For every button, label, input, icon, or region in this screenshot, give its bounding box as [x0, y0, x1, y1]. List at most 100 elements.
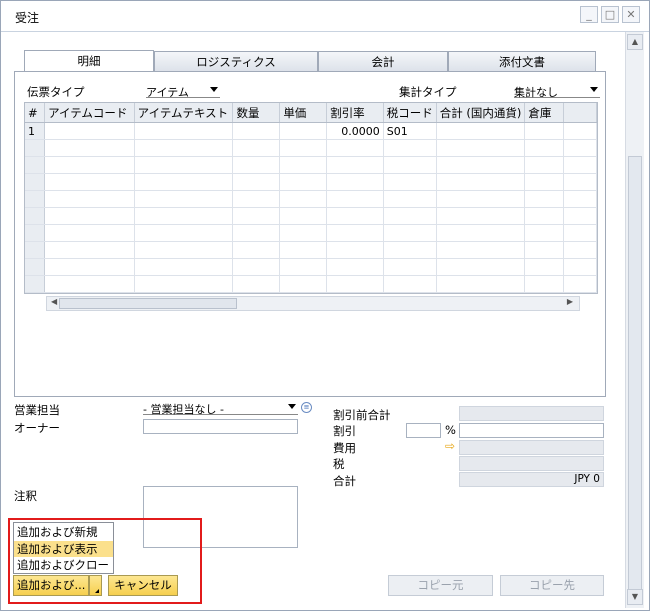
- grid-cell[interactable]: S01: [383, 122, 437, 140]
- grid-cell[interactable]: [232, 156, 281, 174]
- grid-cell[interactable]: [383, 224, 437, 242]
- grid-cell[interactable]: [232, 173, 281, 191]
- grid-cell[interactable]: [134, 190, 234, 208]
- grid-cell[interactable]: [134, 156, 234, 174]
- grid-cell[interactable]: [326, 156, 384, 174]
- table-row[interactable]: [25, 190, 597, 208]
- grid-cell[interactable]: [279, 224, 328, 242]
- grid-cell[interactable]: [134, 173, 234, 191]
- grid-cell[interactable]: [134, 122, 234, 140]
- grid-cell[interactable]: [383, 190, 437, 208]
- grid-cell[interactable]: [44, 224, 135, 242]
- grid-cell[interactable]: [232, 122, 281, 140]
- grid-cell[interactable]: [524, 207, 565, 225]
- scroll-thumb[interactable]: [59, 298, 237, 309]
- grid-cell[interactable]: [279, 258, 328, 276]
- discount-amount-field[interactable]: [459, 423, 604, 438]
- owner-field[interactable]: [143, 419, 298, 434]
- grid-cell[interactable]: [436, 224, 526, 242]
- grid-cell[interactable]: [436, 190, 526, 208]
- grid-cell[interactable]: [232, 190, 281, 208]
- grid-cell[interactable]: [436, 241, 526, 259]
- grid-cell[interactable]: [232, 241, 281, 259]
- grid-cell[interactable]: [134, 258, 234, 276]
- grid-cell[interactable]: [44, 241, 135, 259]
- grid-horizontal-scrollbar[interactable]: ◀ ▶: [46, 296, 580, 311]
- grid-cell[interactable]: [134, 224, 234, 242]
- grid-cell[interactable]: [524, 156, 565, 174]
- grid-column-header[interactable]: 税コード: [383, 103, 437, 123]
- grid-cell[interactable]: [279, 241, 328, 259]
- grid-column-header[interactable]: 倉庫: [524, 103, 565, 123]
- grid-cell[interactable]: [524, 139, 565, 157]
- grid-cell[interactable]: [326, 275, 384, 293]
- grid-cell[interactable]: [383, 207, 437, 225]
- scroll-left-icon[interactable]: ◀: [51, 297, 57, 306]
- grid-column-header[interactable]: 単価: [279, 103, 328, 123]
- link-icon[interactable]: ≡: [301, 402, 312, 413]
- grid-cell[interactable]: [279, 190, 328, 208]
- grid-cell[interactable]: [279, 275, 328, 293]
- grid-cell[interactable]: [44, 275, 135, 293]
- window-vertical-scrollbar[interactable]: ▲ ▼: [625, 32, 644, 608]
- scroll-thumb[interactable]: [628, 156, 642, 596]
- grid-cell[interactable]: [436, 258, 526, 276]
- grid-cell[interactable]: [524, 275, 565, 293]
- grid-cell[interactable]: 0.0000: [326, 122, 384, 140]
- grid-cell[interactable]: [436, 275, 526, 293]
- table-row[interactable]: [25, 139, 597, 157]
- scroll-right-icon[interactable]: ▶: [567, 297, 573, 306]
- table-row[interactable]: [25, 207, 597, 225]
- grid-cell[interactable]: [44, 139, 135, 157]
- grid-cell[interactable]: [44, 173, 135, 191]
- grid-cell[interactable]: [524, 241, 565, 259]
- grid-cell[interactable]: [524, 122, 565, 140]
- table-row[interactable]: [25, 258, 597, 276]
- grid-cell[interactable]: [436, 139, 526, 157]
- grid-cell[interactable]: [436, 156, 526, 174]
- grid-cell[interactable]: [134, 241, 234, 259]
- grid-cell[interactable]: [326, 173, 384, 191]
- tab-attachments[interactable]: 添付文書: [448, 51, 596, 71]
- grid-cell[interactable]: [44, 258, 135, 276]
- grid-cell[interactable]: [326, 139, 384, 157]
- table-row[interactable]: 1 0.0000 S01: [25, 122, 597, 140]
- grid-cell[interactable]: [279, 156, 328, 174]
- grid-column-header[interactable]: 割引率: [326, 103, 384, 123]
- item-grid[interactable]: # アイテムコード アイテムテキスト 数量 単価 割引率 税コード 合計 (国内通貨) 倉庫 1…: [24, 102, 598, 294]
- grid-cell[interactable]: [383, 173, 437, 191]
- tab-logistics[interactable]: ロジスティクス: [154, 51, 318, 71]
- grid-cell[interactable]: [383, 258, 437, 276]
- grid-cell[interactable]: [383, 275, 437, 293]
- grid-column-header[interactable]: アイテムテキスト: [134, 103, 234, 123]
- grid-cell[interactable]: [524, 190, 565, 208]
- table-row[interactable]: [25, 173, 597, 191]
- table-row[interactable]: [25, 224, 597, 242]
- grid-column-header[interactable]: #: [25, 103, 46, 123]
- grid-column-header[interactable]: 数量: [232, 103, 281, 123]
- grid-cell[interactable]: [232, 207, 281, 225]
- tab-accounting[interactable]: 会計: [318, 51, 448, 71]
- summary-type-select[interactable]: 集計なし: [514, 84, 600, 99]
- grid-cell[interactable]: [436, 207, 526, 225]
- doc-type-select[interactable]: アイテム: [146, 84, 220, 99]
- table-row[interactable]: [25, 275, 597, 293]
- discount-percent-field[interactable]: [406, 423, 441, 438]
- tab-details[interactable]: 明細: [24, 50, 154, 72]
- table-row[interactable]: [25, 241, 597, 259]
- scroll-down-icon[interactable]: ▼: [627, 589, 643, 605]
- grid-cell[interactable]: [436, 122, 526, 140]
- grid-cell[interactable]: [134, 207, 234, 225]
- grid-cell[interactable]: [326, 241, 384, 259]
- grid-cell[interactable]: [134, 275, 234, 293]
- grid-cell[interactable]: [279, 122, 328, 140]
- grid-cell[interactable]: [326, 207, 384, 225]
- grid-column-header[interactable]: アイテムコード: [44, 103, 135, 123]
- grid-cell[interactable]: [44, 190, 135, 208]
- grid-cell[interactable]: [326, 190, 384, 208]
- grid-cell[interactable]: [44, 207, 135, 225]
- grid-cell[interactable]: [134, 139, 234, 157]
- grid-cell[interactable]: [524, 258, 565, 276]
- minimize-button[interactable]: _: [580, 6, 598, 23]
- grid-cell[interactable]: [383, 139, 437, 157]
